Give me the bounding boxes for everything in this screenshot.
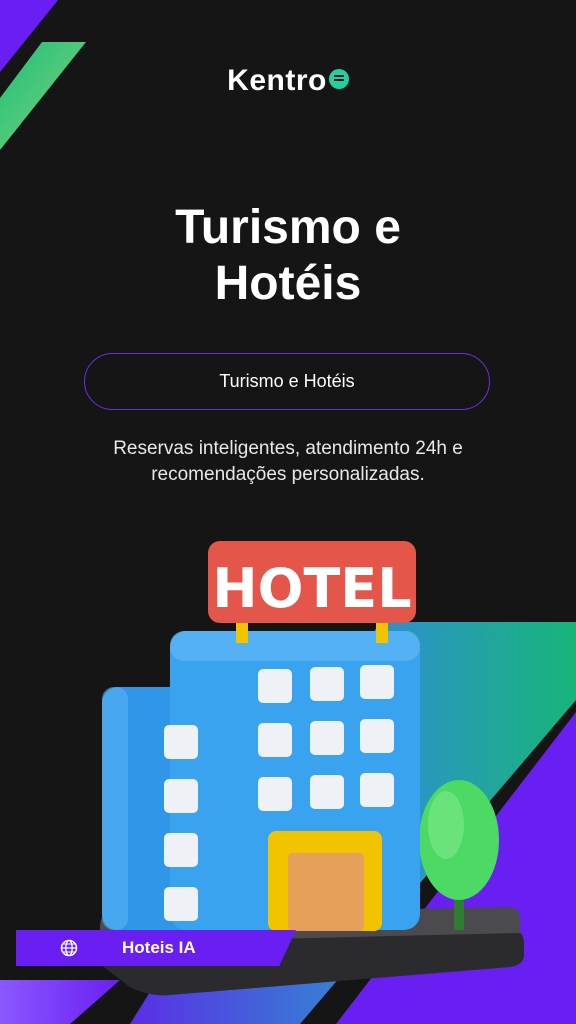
hotel-sign-text: HOTEL [212, 557, 411, 620]
title-line-2: Hotéis [214, 257, 362, 310]
category-badge[interactable]: Hoteis IA [16, 930, 296, 966]
description-line-2: recomendações personalizadas. [151, 464, 425, 485]
pill-label: Turismo e Hotéis [219, 371, 355, 391]
logo-text: Kentro [227, 64, 327, 97]
title-line-1: Turismo e [175, 201, 401, 254]
brand-logo: Kentro [0, 64, 576, 98]
chat-bubble-icon [328, 69, 349, 90]
badge-label: Hoteis IA [122, 938, 196, 957]
category-pill[interactable]: Turismo e Hotéis [84, 353, 490, 410]
globe-icon [60, 939, 78, 957]
description-line-1: Reservas inteligentes, atendimento 24h e [113, 438, 463, 459]
page-title: Turismo e Hotéis [0, 200, 576, 312]
description: Reservas inteligentes, atendimento 24h e… [40, 436, 536, 488]
